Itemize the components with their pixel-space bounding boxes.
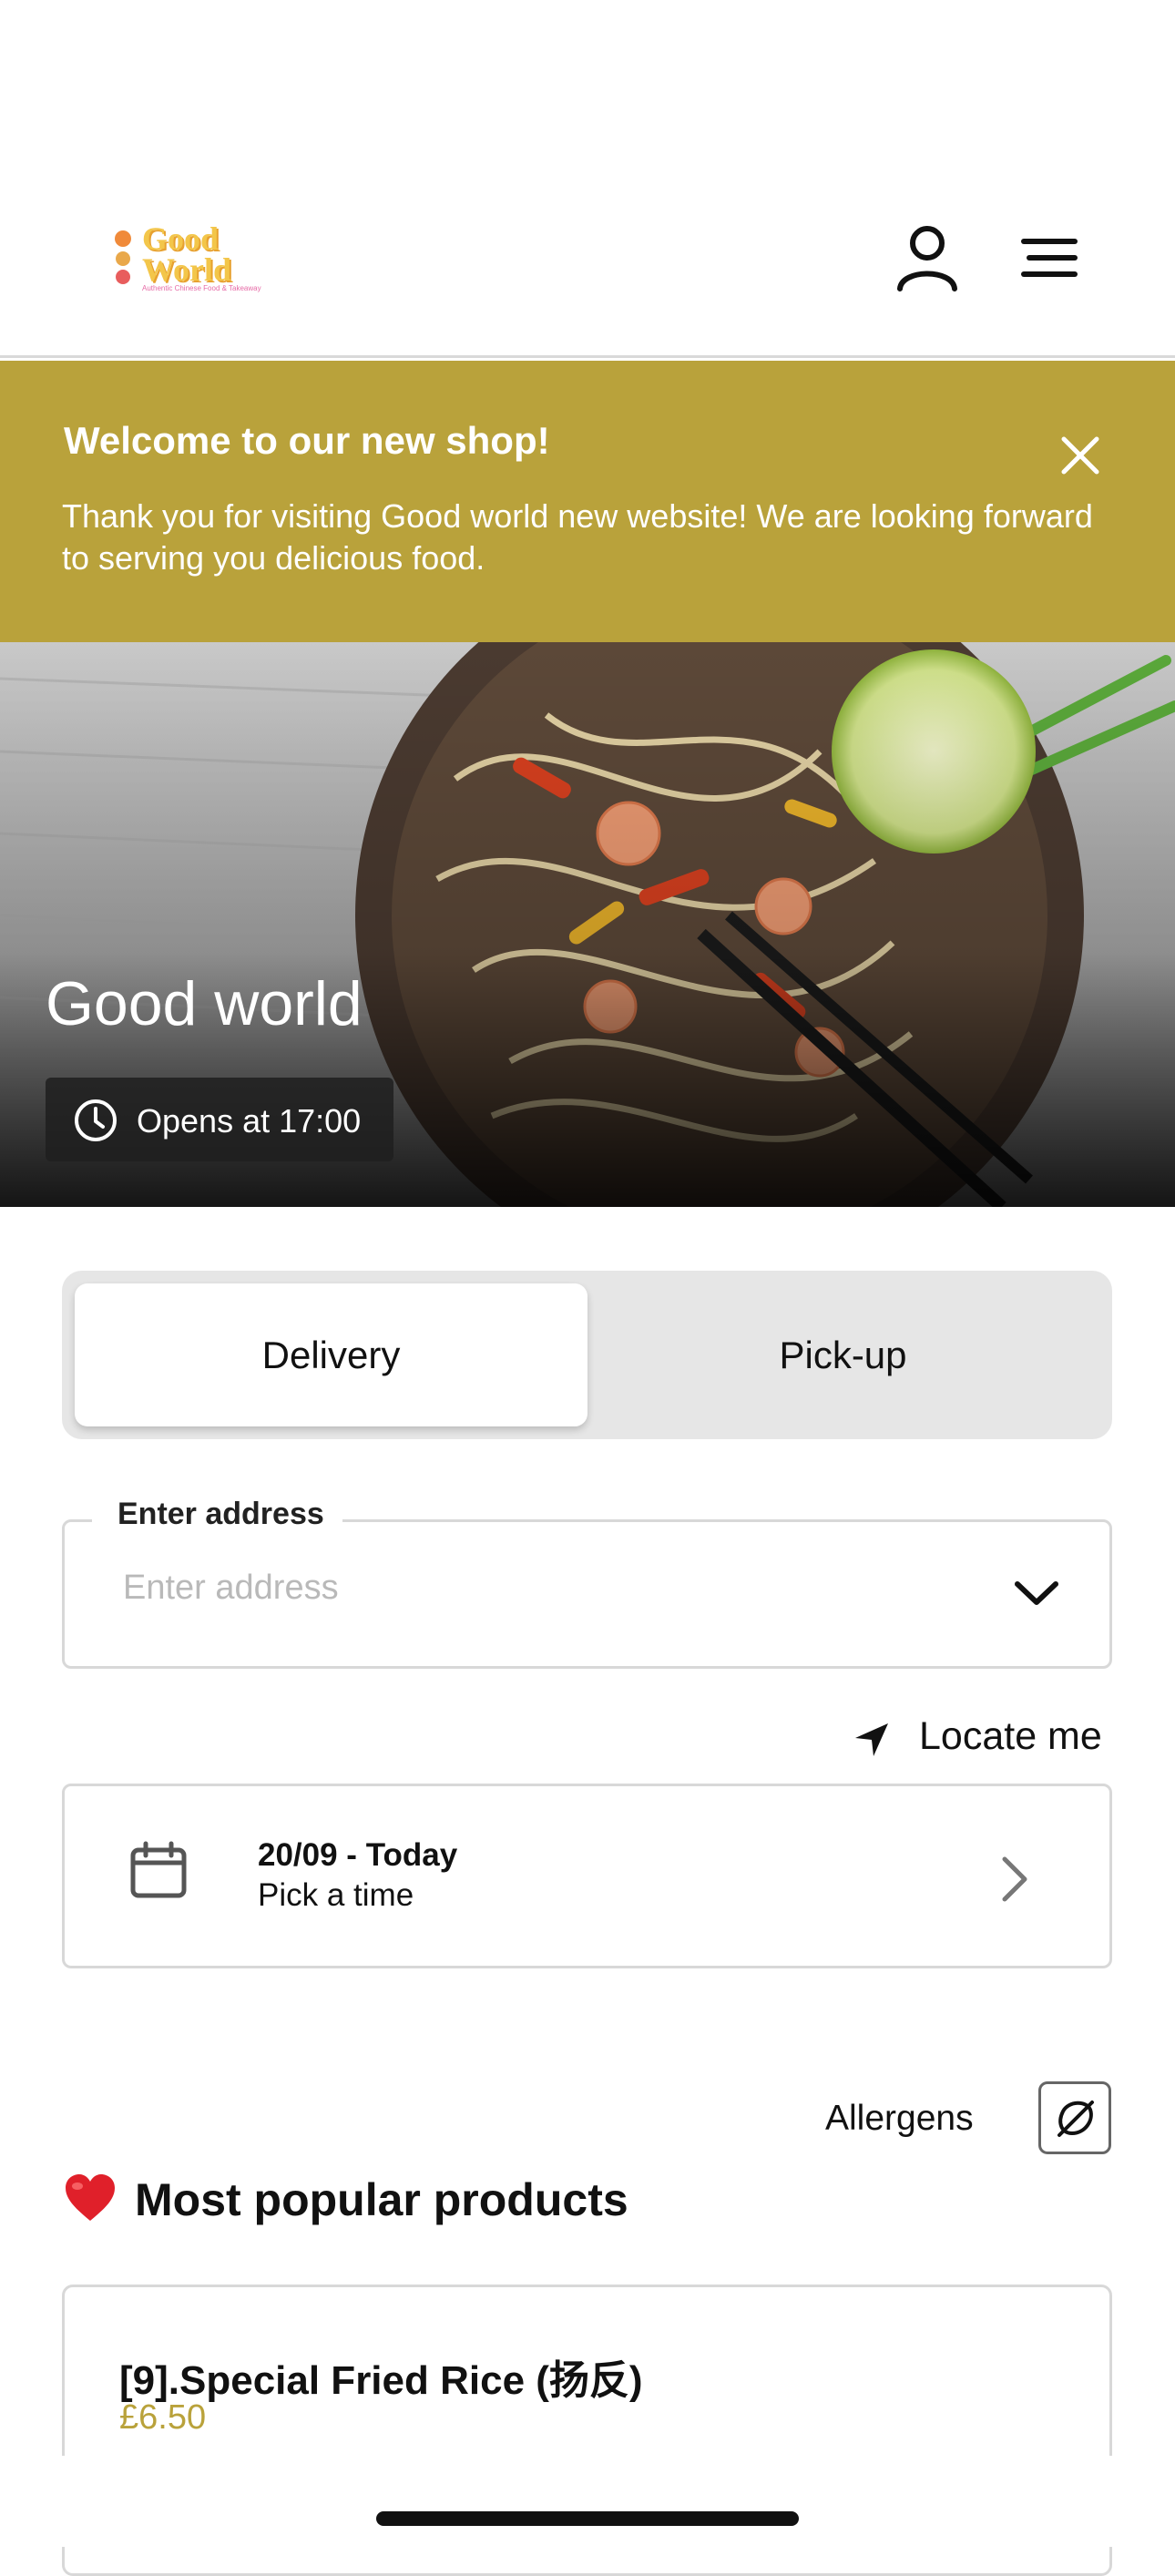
close-icon <box>1061 436 1099 475</box>
restaurant-hero: Good world Opens at 17:00 <box>0 642 1175 1207</box>
bottom-safe-area <box>0 2456 1175 2547</box>
location-arrow-icon <box>855 1723 888 1756</box>
logo-tagline: Authentic Chinese Food & Takeaway <box>142 284 261 292</box>
clock-icon <box>75 1099 117 1141</box>
menu-button[interactable] <box>1018 232 1082 287</box>
chevron-right-icon <box>1002 1856 1027 1902</box>
allergens-label: Allergens <box>825 2099 974 2138</box>
calendar-icon <box>130 1841 187 1898</box>
restaurant-name: Good world <box>46 969 363 1038</box>
banner-text: Thank you for visiting Good world new we… <box>62 497 1093 577</box>
product-name: [9].Special Fried Rice (扬反) <box>119 2358 643 2403</box>
logo-word-1: Good <box>142 220 220 257</box>
schedule-date: 20/09 - Today <box>258 1837 458 1873</box>
logo-word-2: World <box>142 251 232 288</box>
product-price: £6.50 <box>119 2398 207 2437</box>
allergens-button[interactable] <box>1038 2081 1111 2154</box>
locate-me-label: Locate me <box>919 1714 1102 1758</box>
banner-close-button[interactable] <box>1057 432 1104 479</box>
address-label: Enter address <box>92 1497 342 1532</box>
heart-icon <box>66 2174 115 2221</box>
banner-title: Welcome to our new shop! <box>64 419 550 462</box>
site-header: Good World Authentic Chinese Food & Take… <box>0 0 1175 358</box>
delivery-option[interactable]: Delivery <box>75 1283 588 1426</box>
schedule-time-prompt: Pick a time <box>258 1877 414 1913</box>
opening-hours-badge: Opens at 17:00 <box>46 1078 393 1161</box>
address-field[interactable]: Enter address <box>62 1497 1112 1669</box>
order-mode-toggle: Delivery Pick-up <box>62 1271 1112 1439</box>
home-indicator[interactable] <box>376 2511 799 2526</box>
logo-mascot-icon <box>115 230 131 284</box>
address-input[interactable] <box>121 1568 945 1609</box>
account-button[interactable] <box>893 223 962 292</box>
popular-products-heading: Most popular products <box>64 2173 628 2226</box>
schedule-picker[interactable]: 20/09 - Today Pick a time <box>62 1784 1112 1968</box>
chevron-down-icon[interactable] <box>1012 1575 1061 1611</box>
popular-products-title: Most popular products <box>135 2174 628 2225</box>
hamburger-menu-icon <box>1021 239 1078 277</box>
allergen-filter-icon <box>1058 2101 1094 2137</box>
opening-hours-text: Opens at 17:00 <box>137 1102 362 1140</box>
brand-logo[interactable]: Good World Authentic Chinese Food & Take… <box>109 219 261 310</box>
user-icon <box>897 226 957 291</box>
welcome-banner: Welcome to our new shop! Thank you for v… <box>0 361 1175 642</box>
pickup-option[interactable]: Pick-up <box>587 1283 1099 1426</box>
